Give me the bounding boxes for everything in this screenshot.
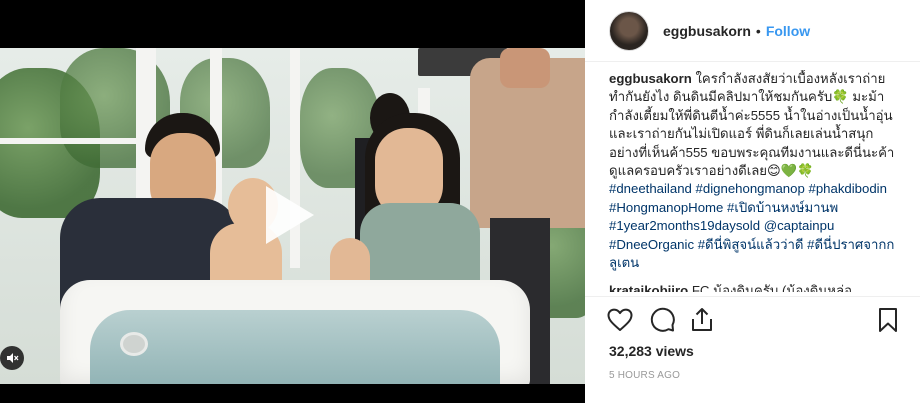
play-button[interactable] [252,180,322,250]
like-button[interactable] [605,305,635,335]
comment-item: krataikobjiro FC น้องดินครับ (น้องดินหล่… [609,282,901,292]
hashtag-link[interactable]: #เปิดบ้านหงษ์มานพ [727,200,838,215]
post-header: eggbusakorn • Follow [585,0,920,62]
speaker-muted-icon [7,353,19,363]
caption-username-link[interactable]: eggbusakorn [609,71,692,86]
avatar[interactable] [609,10,649,51]
play-icon [266,186,314,244]
hashtag-link[interactable]: #DneeOrganic [609,237,694,252]
comments-section[interactable]: eggbusakorn ใครกำลังสงสัยว่าเบื้องหลังเร… [609,70,901,292]
hashtag-link[interactable]: #HongmanopHome [609,200,723,215]
comment-username-link[interactable]: krataikobjiro [609,283,688,292]
comment-button[interactable] [647,305,677,335]
post-actions: 32,283 views 5 HOURS AGO [585,296,920,403]
hashtag-link[interactable]: #ดีนี่พิสูจน์แล้วว่าดี [698,237,804,252]
video-player[interactable] [0,0,585,403]
view-count[interactable]: 32,283 views [609,343,694,359]
heart-icon [607,308,633,331]
post-timestamp[interactable]: 5 HOURS AGO [609,370,680,381]
post-sidebar: eggbusakorn • Follow eggbusakorn ใครกำลั… [585,0,920,403]
hashtag-link[interactable]: #1year2months19daysold [609,218,760,233]
header-username-link[interactable]: eggbusakorn [663,23,751,39]
caption-text: ใครกำลังสงสัยว่าเบื้องหลังเราถ่ายทำกันยั… [609,71,895,179]
mention-link[interactable]: @captainpu [764,218,835,233]
hashtag-link[interactable]: #dneethailand [609,181,692,196]
share-button[interactable] [687,305,717,335]
caption: eggbusakorn ใครกำลังสงสัยว่าเบื้องหลังเร… [609,70,901,272]
separator-dot: • [755,22,761,39]
hashtag-link[interactable]: #phakdibodin [808,181,886,196]
share-icon [692,308,712,331]
hashtag-link[interactable]: #dignehongmanop [696,181,805,196]
follow-button[interactable]: Follow [766,23,810,39]
comment-text: FC น้องดินครับ (น้องดินหล่อ [691,283,853,292]
bookmark-icon [879,308,897,332]
save-button[interactable] [873,305,903,335]
comment-bubble-icon [650,307,675,332]
mute-toggle-button[interactable] [0,346,24,370]
